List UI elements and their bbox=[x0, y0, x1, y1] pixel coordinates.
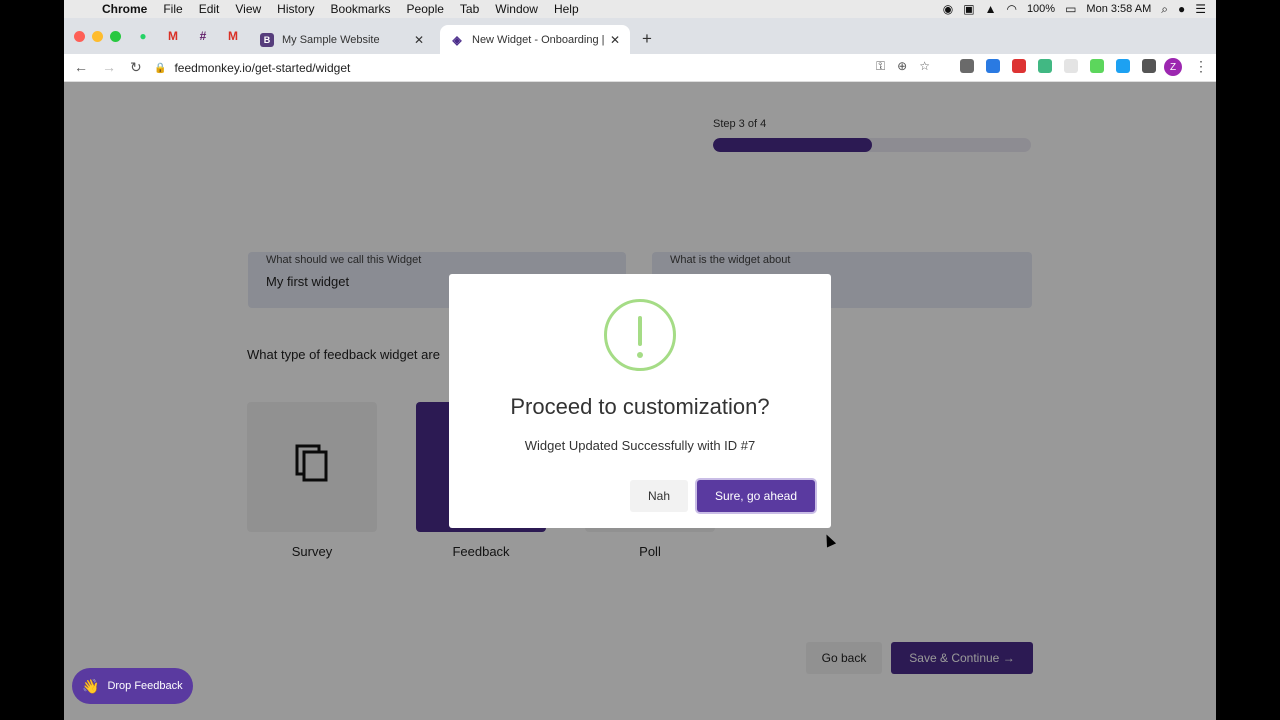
screen-icon[interactable]: ▣ bbox=[963, 2, 974, 16]
menu-tab[interactable]: Tab bbox=[452, 2, 487, 16]
shield-extension-icon[interactable] bbox=[960, 59, 974, 73]
extension-blue-icon[interactable] bbox=[986, 59, 1000, 73]
dialog-message: Widget Updated Successfully with ID #7 bbox=[524, 438, 756, 453]
forward-icon[interactable]: → bbox=[102, 59, 116, 76]
vue-devtools-icon[interactable] bbox=[1038, 59, 1052, 73]
tab-strip: ● M # M B My Sample Website ✕ ◈ New Widg… bbox=[64, 18, 1216, 54]
new-tab-icon[interactable]: + bbox=[642, 29, 652, 49]
gmail-pinned-tab-icon[interactable]: M bbox=[164, 28, 182, 44]
close-tab-icon[interactable]: ✕ bbox=[414, 33, 424, 47]
address-bar[interactable]: 🔒 feedmonkey.io/get-started/widget bbox=[154, 57, 874, 79]
vlc-icon[interactable]: ▲ bbox=[985, 2, 997, 16]
drop-feedback-label: Drop Feedback bbox=[107, 680, 183, 692]
extension-red-icon[interactable] bbox=[1012, 59, 1026, 73]
battery-icon[interactable]: ▭ bbox=[1065, 2, 1076, 16]
whatsapp-pinned-tab-icon[interactable]: ● bbox=[134, 28, 152, 44]
spotlight-search-icon[interactable]: ⌕ bbox=[1161, 2, 1168, 17]
lock-icon[interactable]: 🔒 bbox=[154, 63, 166, 74]
extension-green-icon[interactable] bbox=[1090, 59, 1104, 73]
battery-percent: 100% bbox=[1026, 3, 1056, 15]
tab-title-active: New Widget - Onboarding | Fe bbox=[472, 33, 604, 46]
slack-pinned-tab-icon[interactable]: # bbox=[194, 28, 212, 44]
bootstrap-favicon-icon: B bbox=[260, 32, 274, 47]
waving-hand-icon: 👋 bbox=[82, 677, 100, 694]
macos-menubar: Chrome File Edit View History Bookmarks … bbox=[64, 0, 1216, 18]
menu-app-chrome[interactable]: Chrome bbox=[94, 2, 155, 16]
wifi-icon[interactable]: ◠ bbox=[1006, 2, 1016, 16]
tab-new-widget[interactable]: ◈ New Widget - Onboarding | Fe ✕ bbox=[440, 25, 630, 54]
nav-buttons: ← → ↻ bbox=[74, 59, 142, 76]
siri-icon[interactable]: ● bbox=[1178, 2, 1185, 16]
menu-history[interactable]: History bbox=[269, 2, 322, 16]
chrome-menu-icon[interactable]: ⋮ bbox=[1194, 58, 1208, 75]
menu-edit[interactable]: Edit bbox=[191, 2, 228, 16]
pinned-tabs: ● M # M bbox=[134, 28, 242, 44]
page-viewport: Step 3 of 4 What should we call this Wid… bbox=[64, 82, 1216, 720]
zoom-icon[interactable]: ⊕ bbox=[897, 59, 907, 74]
tab-title: My Sample Website bbox=[282, 33, 380, 46]
extension-gray-icon[interactable] bbox=[1064, 59, 1078, 73]
menu-help[interactable]: Help bbox=[546, 2, 587, 16]
maximize-window-icon[interactable] bbox=[110, 31, 121, 42]
back-icon[interactable]: ← bbox=[74, 59, 88, 76]
tab-my-sample-website[interactable]: B My Sample Website ✕ bbox=[250, 25, 434, 54]
record-icon[interactable]: ◉ bbox=[943, 2, 953, 16]
dialog-title: Proceed to customization? bbox=[510, 394, 770, 419]
confirm-dialog: Proceed to customization? Widget Updated… bbox=[449, 274, 831, 528]
menubar-status: ◉ ▣ ▲ ◠ 100% ▭ Mon 3:58 AM ⌕ ● ☰ bbox=[943, 2, 1216, 17]
reload-icon[interactable]: ↻ bbox=[130, 59, 142, 76]
twitter-extension-icon[interactable] bbox=[1116, 59, 1130, 73]
minimize-window-icon[interactable] bbox=[92, 31, 103, 42]
confirm-button[interactable]: Sure, go ahead bbox=[697, 480, 815, 512]
puzzle-extensions-icon[interactable] bbox=[1142, 59, 1156, 73]
omnibox-actions: ⚿ ⊕ ☆ bbox=[876, 59, 930, 74]
browser-toolbar: ← → ↻ 🔒 feedmonkey.io/get-started/widget… bbox=[64, 54, 1216, 82]
drop-feedback-button[interactable]: 👋 Drop Feedback bbox=[72, 668, 193, 704]
key-icon[interactable]: ⚿ bbox=[876, 59, 885, 74]
browser-window: ● M # M B My Sample Website ✕ ◈ New Widg… bbox=[64, 18, 1216, 720]
menu-file[interactable]: File bbox=[155, 2, 190, 16]
gmail-pinned-tab-2-icon[interactable]: M bbox=[224, 28, 242, 44]
close-window-icon[interactable] bbox=[74, 31, 85, 42]
extensions-bar bbox=[960, 59, 1156, 73]
exclamation-icon bbox=[604, 299, 676, 371]
menu-people[interactable]: People bbox=[399, 2, 452, 16]
menu-view[interactable]: View bbox=[227, 2, 269, 16]
window-controls bbox=[74, 31, 121, 42]
nah-button[interactable]: Nah bbox=[630, 480, 688, 512]
control-center-icon[interactable]: ☰ bbox=[1195, 2, 1206, 16]
bookmark-star-icon[interactable]: ☆ bbox=[919, 59, 930, 74]
profile-avatar[interactable]: Z bbox=[1164, 58, 1182, 76]
menu-bookmarks[interactable]: Bookmarks bbox=[323, 2, 399, 16]
url-text[interactable]: feedmonkey.io/get-started/widget bbox=[174, 61, 350, 75]
close-tab-icon[interactable]: ✕ bbox=[610, 33, 620, 47]
feedmonkey-favicon-icon: ◈ bbox=[450, 32, 464, 47]
menu-window[interactable]: Window bbox=[487, 2, 546, 16]
clock[interactable]: Mon 3:58 AM bbox=[1086, 3, 1151, 15]
